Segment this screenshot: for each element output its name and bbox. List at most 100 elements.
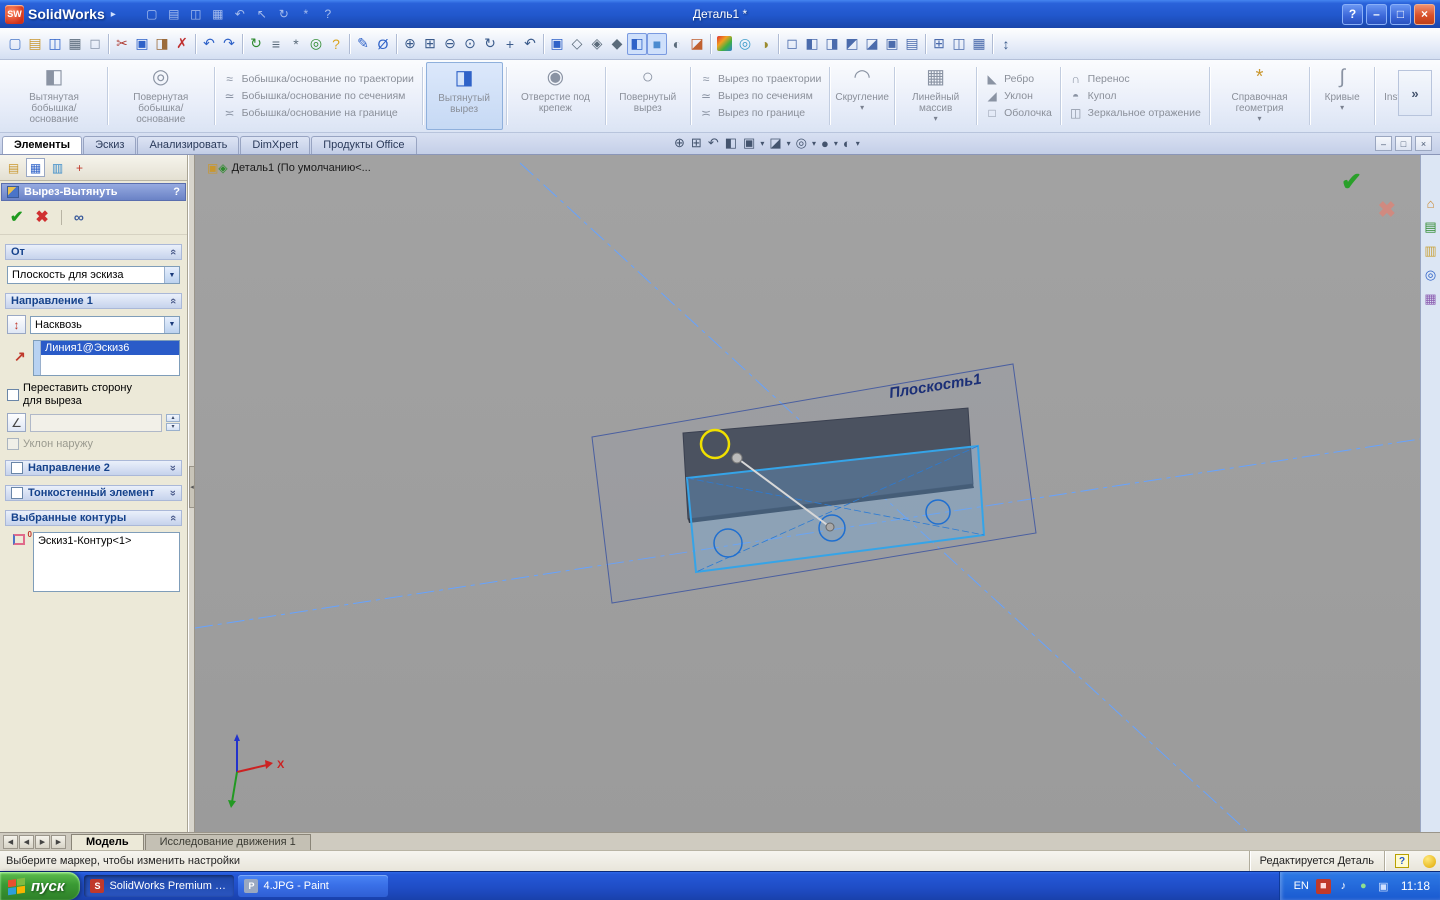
draft-button[interactable]: ∠ — [7, 413, 26, 432]
extruded-cut-button[interactable]: ◨Вытянутый вырез — [426, 62, 503, 130]
tray-shield-icon[interactable]: ● — [1356, 879, 1371, 894]
tab-dimxpert[interactable]: DimXpert — [240, 136, 310, 154]
lofted-cut-button[interactable]: ≃Вырез по сечениям — [699, 89, 821, 103]
swept-cut-button[interactable]: ≈Вырез по траектории — [699, 72, 821, 86]
open-document[interactable]: ▤ — [25, 33, 45, 55]
shell-button[interactable]: □Оболочка — [985, 106, 1052, 120]
zoom-in-out[interactable]: ⊖ — [440, 33, 460, 55]
shaded-with-edges[interactable]: ◧ — [627, 33, 647, 55]
start-button[interactable]: пуск — [0, 872, 80, 900]
tray-app-icon[interactable]: ■ — [1316, 879, 1331, 894]
wrap-button[interactable]: ∩Перенос — [1069, 72, 1201, 86]
save-icon[interactable]: ◫ — [186, 4, 206, 24]
boundary-cut-button[interactable]: ≍Вырез по границе — [699, 106, 821, 120]
apply-scene[interactable]: ◎ — [735, 33, 755, 55]
cancel-button[interactable]: ✖ — [35, 207, 48, 227]
view-top[interactable]: ◪ — [862, 33, 882, 55]
search-icon[interactable]: ◎ — [1423, 267, 1439, 283]
draft-button[interactable]: ◢Уклон — [985, 89, 1052, 103]
doc-minimize-button[interactable]: – — [1375, 136, 1392, 151]
doc-close-button[interactable]: × — [1415, 136, 1432, 151]
hidden-lines-removed[interactable]: ◆ — [607, 33, 627, 55]
view-back[interactable]: ◧ — [802, 33, 822, 55]
propertymanager-tab[interactable]: ▦ — [26, 158, 45, 177]
apply-scene-icon[interactable]: ◐ — [841, 136, 853, 151]
design-library-icon[interactable]: ▤ — [1423, 219, 1439, 235]
annotations-icon[interactable]: ◈ — [218, 161, 227, 175]
revolved-boss-button[interactable]: ◎Повернутая бобышка/основание — [111, 62, 211, 130]
flip-side-checkbox[interactable] — [7, 389, 19, 401]
curves-button-dropdown[interactable]: ▾ — [1340, 103, 1344, 112]
tray-display-icon[interactable]: ▣ — [1376, 879, 1391, 894]
featuremanager-flyout[interactable]: ▣◈ Деталь1 (По умолчанию<... — [207, 161, 371, 175]
from-combobox[interactable]: Плоскость для эскиза ▼ — [7, 266, 180, 284]
close-button[interactable]: × — [1414, 4, 1435, 25]
contours-section-header[interactable]: Выбранные контуры « — [5, 510, 182, 526]
viewport-canvas[interactable]: Плоскость1 X — [195, 155, 1420, 832]
tab-evaluate[interactable]: Анализировать — [137, 136, 239, 154]
configurationmanager-tab[interactable]: ▥ — [48, 158, 67, 177]
panel-splitter[interactable]: ◂ — [188, 155, 195, 832]
hole-wizard-button[interactable]: ◉Отверстие под крепеж — [509, 62, 601, 130]
hidden-lines-visible[interactable]: ◈ — [587, 33, 607, 55]
minimize-button[interactable]: – — [1366, 4, 1387, 25]
detailed-preview-button[interactable]: ∞ — [74, 209, 83, 225]
confirmation-cancel-icon[interactable]: ✖ — [1378, 197, 1396, 223]
print-icon[interactable]: ▦ — [208, 4, 228, 24]
view-left[interactable]: ◨ — [822, 33, 842, 55]
undo[interactable]: ↶ — [199, 33, 219, 55]
part-icon[interactable]: ▣ — [207, 161, 218, 175]
rotate-view[interactable]: ↻ — [480, 33, 500, 55]
view-orientation-icon[interactable]: ▣ — [741, 135, 757, 151]
display-style-icon-dropdown[interactable]: ▾ — [786, 139, 792, 148]
custom-properties-icon[interactable]: ▦ — [1423, 291, 1439, 307]
tab-sketch[interactable]: Эскиз — [83, 136, 136, 154]
help[interactable]: ? — [326, 33, 346, 55]
dimxpertmanager-tab[interactable]: + — [70, 158, 89, 177]
taskbar-button-solidworks[interactable]: SSolidWorks Premium 2... — [84, 875, 234, 897]
direction-reference-listbox[interactable]: Линия1@Эскиз6 — [33, 340, 180, 376]
print-preview[interactable]: ◻ — [85, 33, 105, 55]
direction1-section-header[interactable]: Направление 1 « — [5, 293, 182, 309]
view-orientation[interactable]: ▣ — [547, 33, 567, 55]
featuremanager-tab[interactable]: ▤ — [4, 158, 23, 177]
new-document-icon[interactable]: ▢ — [142, 4, 162, 24]
zoom-area-icon[interactable]: ⊞ — [689, 135, 704, 151]
linear-pattern-button[interactable]: ▦Линейный массив▾ — [898, 62, 973, 130]
delete[interactable]: ✗ — [172, 33, 192, 55]
spinner-up-icon[interactable]: ▴ — [166, 414, 180, 422]
undo-icon[interactable]: ↶ — [230, 4, 250, 24]
apply-scene-icon-dropdown[interactable]: ▾ — [855, 139, 861, 148]
chevron-down-icon[interactable]: ▼ — [164, 317, 179, 333]
clock[interactable]: 11:18 — [1401, 879, 1430, 893]
graphics-viewport[interactable]: Плоскость1 X ▣◈ Деталь1 (По умолчанию<..… — [195, 155, 1420, 832]
reference-geometry-button[interactable]: *Справочная геометрия▾ — [1213, 62, 1307, 130]
revolved-cut-button[interactable]: ○Повернутый вырез — [608, 62, 687, 130]
selected-reference-item[interactable]: Линия1@Эскиз6 — [41, 341, 179, 355]
view-right[interactable]: ◩ — [842, 33, 862, 55]
next-tab-button[interactable]: ▶ — [35, 835, 50, 849]
sketch[interactable]: ✎ — [353, 33, 373, 55]
viewport-single[interactable]: ⊞ — [929, 33, 949, 55]
hide-show-items-icon-dropdown[interactable]: ▾ — [811, 139, 817, 148]
lofted-boss-button[interactable]: ≃Бобышка/основание по сечениям — [223, 89, 414, 103]
boundary-boss-button[interactable]: ≍Бобышка/основание на границе — [223, 106, 414, 120]
view-isometric[interactable]: ▤ — [902, 33, 922, 55]
section-view-icon[interactable]: ◧ — [723, 135, 739, 151]
wireframe[interactable]: ◇ — [567, 33, 587, 55]
thin-feature-checkbox[interactable] — [11, 487, 23, 499]
edit-appearance-icon[interactable]: ● — [819, 136, 831, 151]
viewport-four[interactable]: ▦ — [969, 33, 989, 55]
ok-button[interactable]: ✔ — [10, 207, 23, 227]
restore-button[interactable]: □ — [1390, 4, 1411, 25]
first-tab-button[interactable]: ◀ — [3, 835, 18, 849]
draft-angle-field[interactable] — [30, 414, 162, 432]
draft-angle-spinner[interactable]: ▴ ▾ — [166, 414, 180, 431]
taskbar-button-paint[interactable]: P4.JPG - Paint — [238, 875, 388, 897]
pan[interactable]: + — [500, 33, 520, 55]
hide-show-items-icon[interactable]: ◎ — [794, 135, 809, 151]
language-indicator[interactable]: EN — [1294, 880, 1309, 892]
from-section-header[interactable]: От « — [5, 244, 182, 260]
section-view[interactable]: ◪ — [687, 33, 707, 55]
select-icon[interactable]: ↖ — [252, 4, 272, 24]
